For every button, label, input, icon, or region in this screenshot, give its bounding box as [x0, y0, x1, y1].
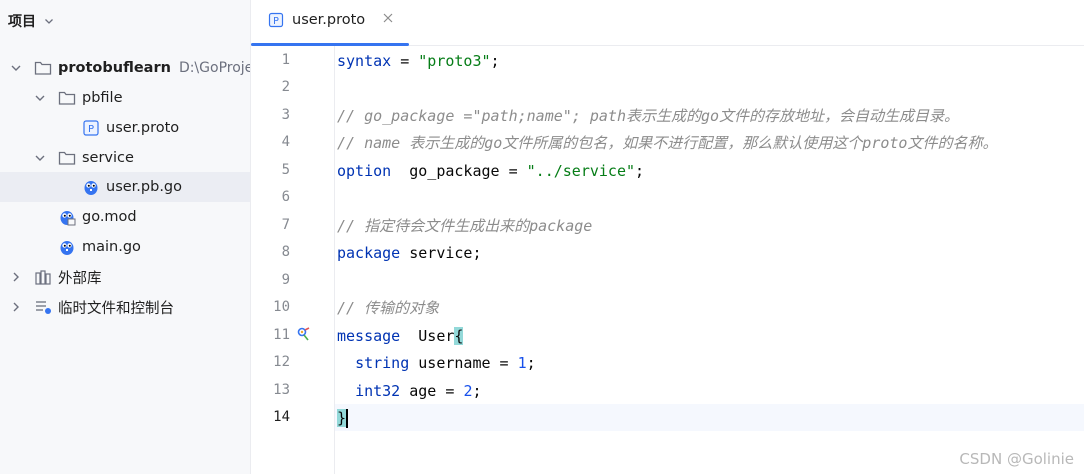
type-token: int32: [355, 382, 401, 400]
watermark: CSDN @Golinie: [959, 450, 1074, 468]
identifier-token: service;: [400, 244, 482, 262]
code-line-10: // 传输的对象: [337, 299, 440, 317]
line-number: 2: [281, 79, 290, 95]
line-number: 5: [281, 162, 290, 178]
tree-item-label: 外部库: [58, 270, 102, 287]
chevron-down-icon[interactable]: [44, 16, 54, 26]
matched-brace-close: }: [337, 409, 347, 427]
keyword-token: option: [337, 162, 392, 180]
tree-item-label: pbfile: [82, 90, 123, 106]
line-number: 14: [273, 409, 290, 425]
tree-item-user-pb-go[interactable]: user.pb.go: [0, 172, 250, 202]
library-icon: [35, 270, 51, 285]
string-token: "../service": [526, 162, 636, 180]
tree-item-main-go[interactable]: main.go: [0, 232, 250, 262]
code-line-3: // go_package ="path;name"; path表示生成的go文…: [337, 107, 960, 125]
code-line-7: // 指定待会文件生成出来的package: [337, 217, 593, 235]
tree-item-protobuflearn[interactable]: protobuflearn D:\GoProje: [0, 53, 250, 83]
semicolon-token: ;: [635, 162, 645, 180]
tree-item-external-libraries[interactable]: 外部库: [0, 262, 250, 292]
text-caret: [346, 409, 349, 428]
matched-brace-open: {: [454, 327, 464, 345]
code-line-8: package service;: [337, 240, 482, 267]
line-number: 10: [273, 299, 290, 315]
number-token: 1: [517, 354, 527, 372]
scratches-icon: [36, 301, 51, 314]
tree-item-label: user.pb.go: [106, 179, 182, 195]
type-token: string: [355, 354, 410, 372]
field-token: username =: [409, 354, 518, 372]
project-sidebar: 项目 protobuflearn D:\GoProje pbfile P use…: [0, 0, 251, 474]
proto-file-icon: P: [268, 12, 284, 28]
project-view-header[interactable]: 项目: [8, 10, 54, 32]
keyword-token: package: [337, 244, 401, 262]
go-gopher-icon: [60, 241, 74, 255]
line-number: 8: [281, 244, 290, 260]
chevron-down-icon[interactable]: [34, 152, 46, 164]
chevron-right-icon[interactable]: [10, 271, 22, 283]
tree-item-go-mod[interactable]: go.mod: [0, 202, 250, 232]
folder-icon: [58, 151, 76, 165]
code-line-14: }: [337, 405, 349, 432]
line-number: 6: [281, 189, 290, 205]
implemented-marker-icon[interactable]: [296, 326, 312, 342]
go-gopher-icon: [84, 181, 98, 195]
line-number: 11: [273, 327, 290, 343]
editor-tab-bar: P user.proto: [251, 0, 1084, 46]
chevron-down-icon[interactable]: [34, 92, 46, 104]
tree-item-label: user.proto: [106, 120, 180, 136]
project-view-title: 项目: [8, 14, 36, 30]
line-number: 13: [273, 382, 290, 398]
line-number: 12: [273, 354, 290, 370]
project-name: protobuflearn: [58, 60, 171, 76]
code-editor[interactable]: syntax = "proto3"; // go_package ="path;…: [335, 46, 1084, 474]
svg-text:P: P: [273, 16, 279, 27]
tree-item-service[interactable]: service: [0, 143, 250, 173]
keyword-token: syntax: [337, 52, 392, 70]
semicolon-token: ;: [490, 52, 500, 70]
proto-file-icon: P: [83, 120, 99, 136]
tree-item-label: 临时文件和控制台: [58, 300, 174, 317]
folder-icon: [58, 91, 76, 105]
chevron-down-icon[interactable]: [10, 62, 22, 74]
tab-user-proto[interactable]: P user.proto: [251, 0, 409, 46]
tree-item-label: protobuflearn D:\GoProje: [58, 60, 251, 76]
line-number: 7: [281, 217, 290, 233]
project-path-hint: D:\GoProje: [178, 60, 251, 76]
semicolon-token: ;: [526, 354, 536, 372]
message-name-token: User: [400, 327, 455, 345]
tree-item-label: go.mod: [82, 209, 137, 225]
chevron-right-icon[interactable]: [10, 301, 22, 313]
editor-gutter: 1 2 3 4 5 6 7 8 9 10 11 12 13 14: [251, 46, 335, 474]
code-line-12: string username = 1;: [337, 350, 536, 377]
code-line-5: option go_package = "../service";: [337, 158, 644, 185]
identifier-token: go_package =: [391, 162, 527, 180]
semicolon-token: ;: [472, 382, 482, 400]
string-token: "proto3": [418, 52, 491, 70]
line-number: 4: [281, 134, 290, 150]
code-line-4: // name 表示生成的go文件所属的包名，如果不进行配置，那么默认使用这个p…: [337, 134, 998, 152]
operator-token: =: [391, 52, 419, 70]
code-line-13: int32 age = 2;: [337, 378, 482, 405]
code-line-1: syntax = "proto3";: [337, 48, 500, 75]
tab-label: user.proto: [292, 12, 366, 28]
tree-item-scratches-consoles[interactable]: 临时文件和控制台: [0, 292, 250, 322]
tree-item-label: service: [82, 150, 134, 166]
tree-item-user-proto[interactable]: P user.proto: [0, 113, 250, 143]
keyword-token: message: [337, 327, 401, 345]
line-number: 1: [281, 52, 290, 68]
folder-icon: [34, 61, 52, 75]
field-token: age =: [400, 382, 464, 400]
close-icon[interactable]: [382, 12, 394, 24]
line-number: 3: [281, 107, 290, 123]
line-number: 9: [281, 272, 290, 288]
go-mod-icon: [60, 211, 76, 226]
tree-item-pbfile[interactable]: pbfile: [0, 83, 250, 113]
tree-item-label: main.go: [82, 239, 141, 255]
svg-text:P: P: [88, 124, 94, 135]
code-line-11: message User{: [337, 323, 464, 350]
